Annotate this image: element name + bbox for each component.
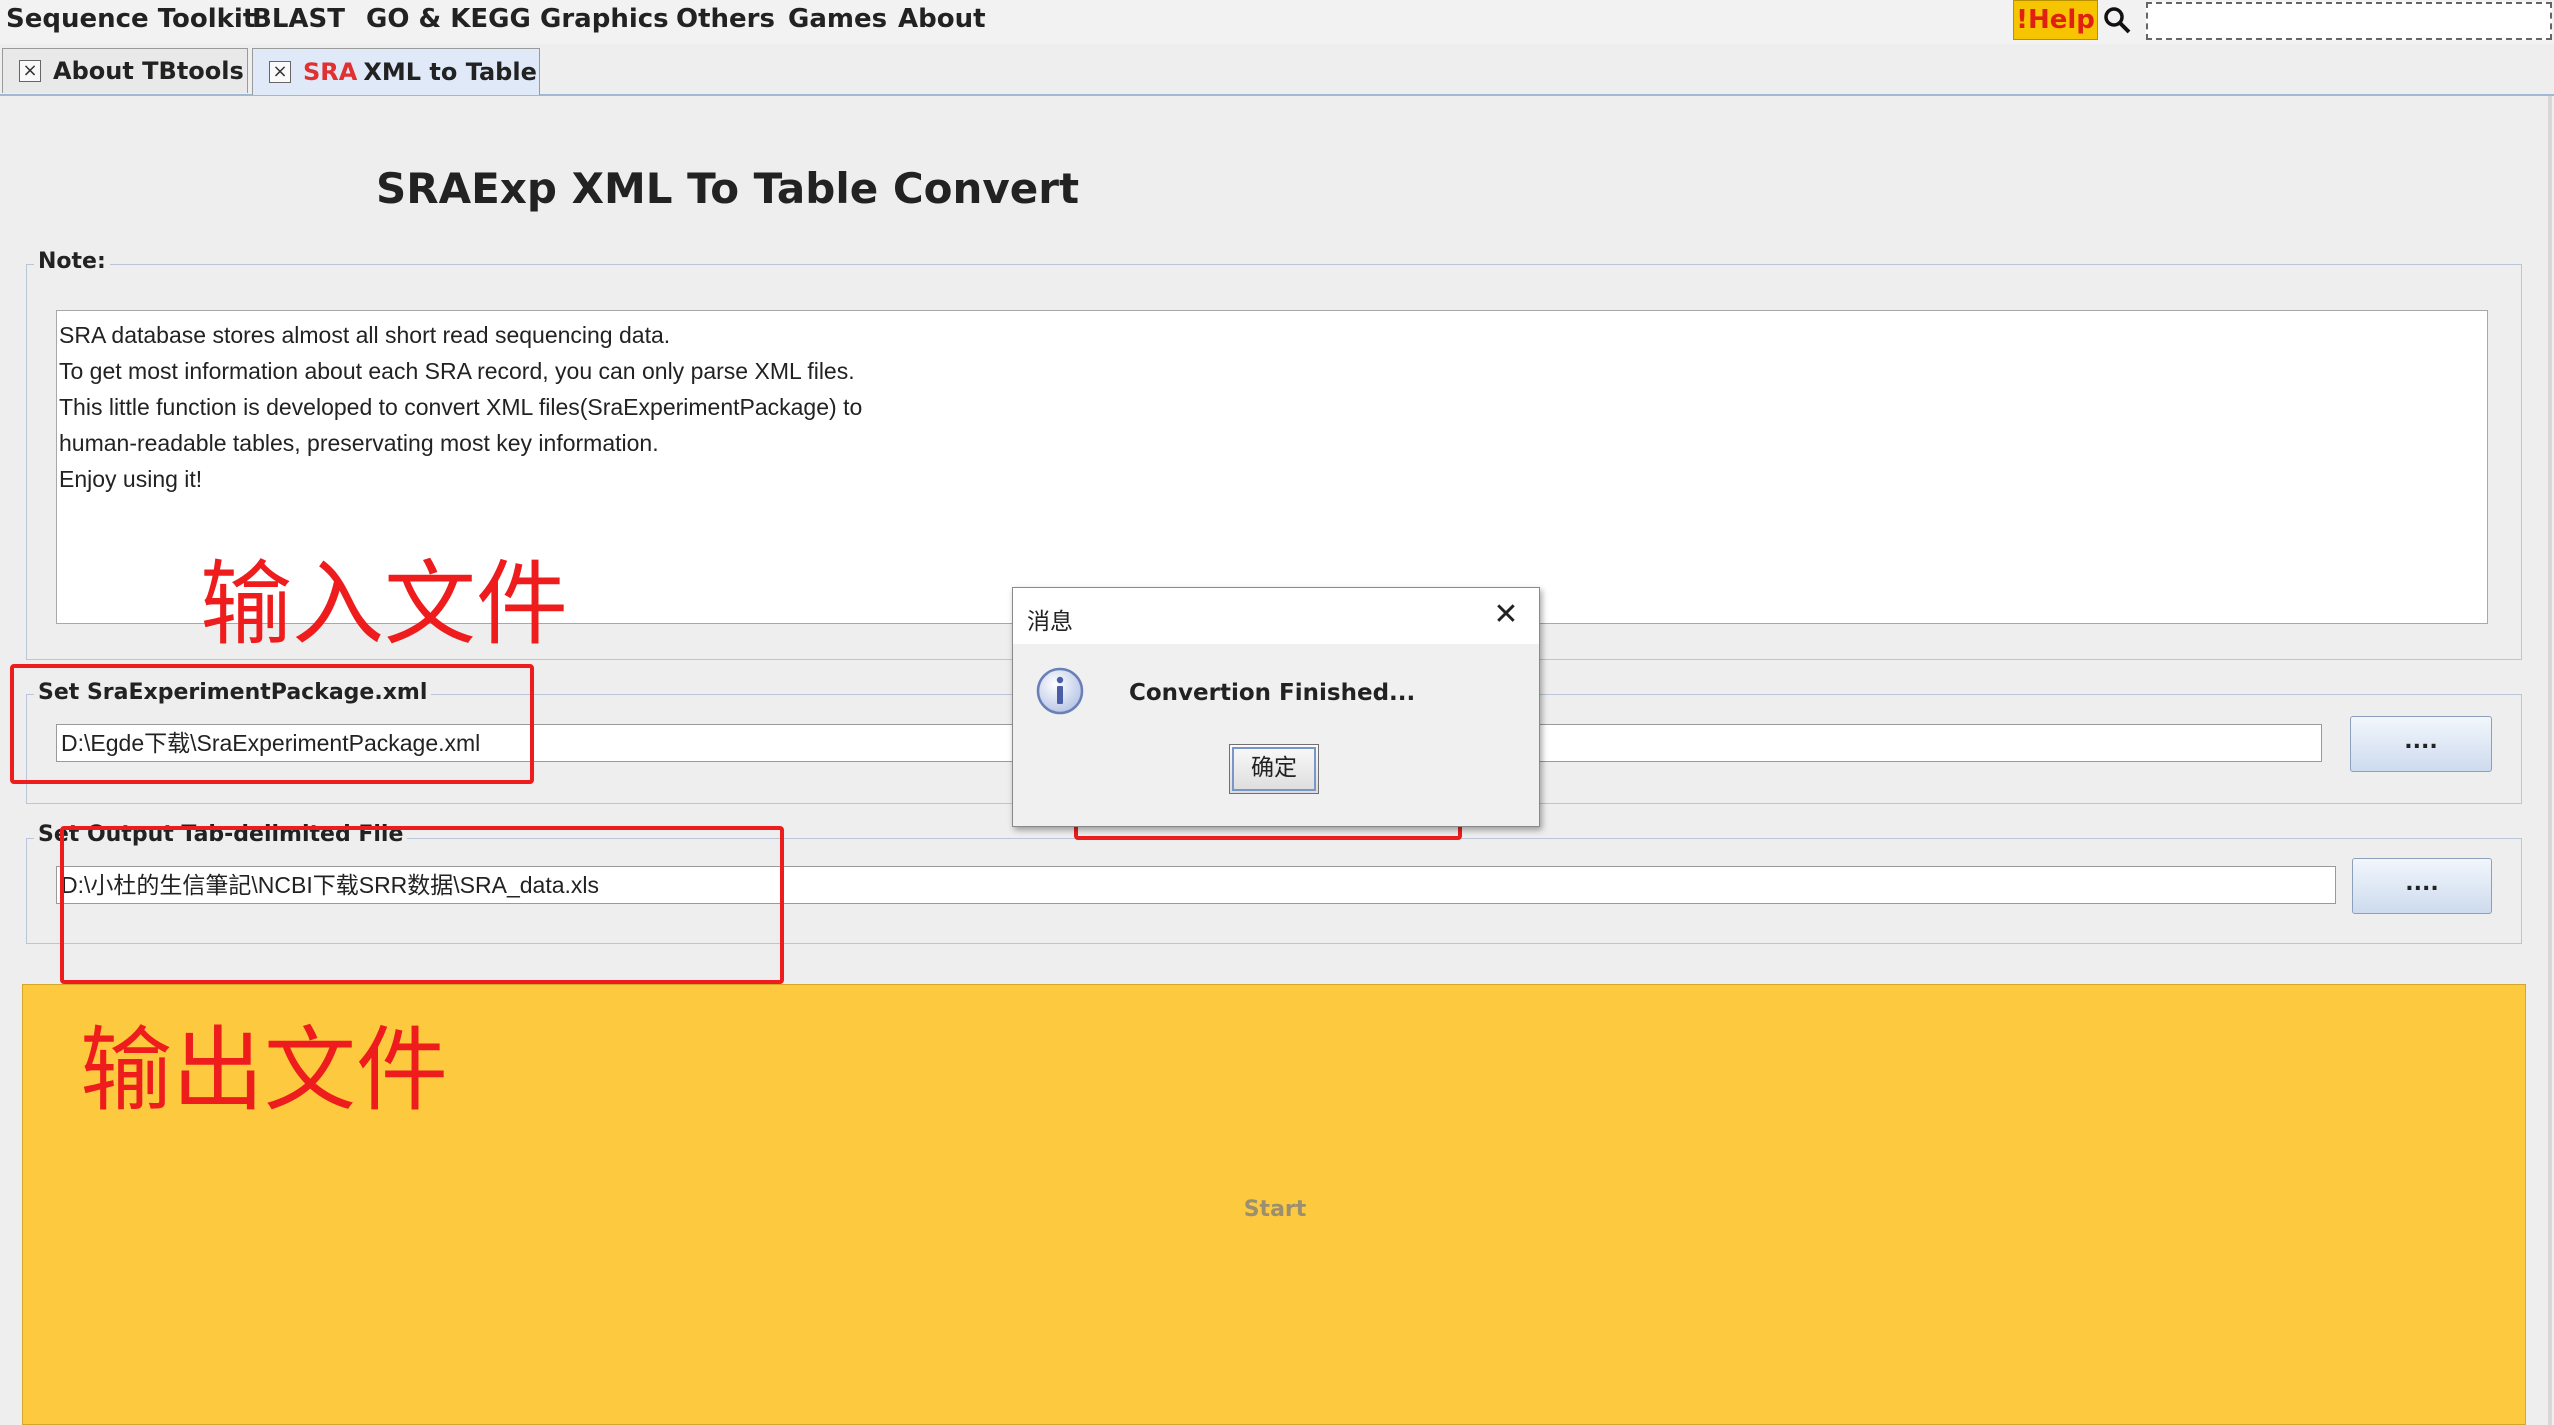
- input-annotation-label: 输入文件: [200, 551, 569, 658]
- info-icon: [1035, 666, 1085, 716]
- search-input[interactable]: [2146, 2, 2552, 40]
- message-dialog: 消息 ✕ Convertion Finished... 确定: [1012, 587, 1540, 827]
- note-line: Enjoy using it!: [59, 466, 203, 492]
- menu-others[interactable]: Others: [676, 4, 775, 34]
- tab-about-tbtools[interactable]: × About TBtools: [2, 48, 248, 93]
- close-icon[interactable]: ✕: [1489, 598, 1523, 632]
- ok-button[interactable]: 确定: [1229, 744, 1319, 794]
- note-line: human-readable tables, preservating most…: [59, 430, 659, 456]
- help-button[interactable]: !Help: [2013, 0, 2098, 40]
- note-group-title: Note:: [34, 249, 110, 274]
- dialog-message: Convertion Finished...: [1129, 680, 1416, 706]
- close-tab-icon[interactable]: ×: [19, 60, 41, 82]
- close-tab-icon[interactable]: ×: [269, 61, 291, 83]
- input-annotation-box: [10, 664, 534, 784]
- search-icon[interactable]: [2102, 5, 2132, 35]
- scrollbar[interactable]: [2548, 96, 2552, 1425]
- dialog-title: 消息: [1027, 609, 1073, 635]
- menu-graphics[interactable]: Graphics: [540, 4, 669, 34]
- output-annotation-box: [60, 826, 784, 984]
- output-annotation-label: 输出文件: [80, 1017, 449, 1124]
- input-browse-button[interactable]: ....: [2350, 716, 2492, 772]
- tab-label: XML to Table: [363, 58, 537, 86]
- menu-go-kegg[interactable]: GO & KEGG: [366, 4, 531, 34]
- menu-blast[interactable]: BLAST: [252, 4, 345, 34]
- note-line: This little function is developed to con…: [59, 394, 863, 420]
- menu-games[interactable]: Games: [788, 4, 887, 34]
- tab-sra-xml-to-table[interactable]: × SRA XML to Table: [252, 48, 540, 95]
- page-title: SRAExp XML To Table Convert: [376, 164, 1080, 213]
- note-line: To get most information about each SRA r…: [59, 358, 855, 384]
- menu-sequence-toolkit[interactable]: Sequence Toolkit: [6, 4, 255, 34]
- note-line: SRA database stores almost all short rea…: [59, 322, 671, 348]
- tab-label: About TBtools: [53, 57, 244, 85]
- output-browse-button[interactable]: ....: [2352, 858, 2492, 914]
- start-button-label: Start: [1243, 1197, 1307, 1222]
- dialog-titlebar: [1013, 588, 1539, 644]
- tab-label-prefix: SRA: [303, 58, 358, 86]
- menu-about[interactable]: About: [898, 4, 986, 34]
